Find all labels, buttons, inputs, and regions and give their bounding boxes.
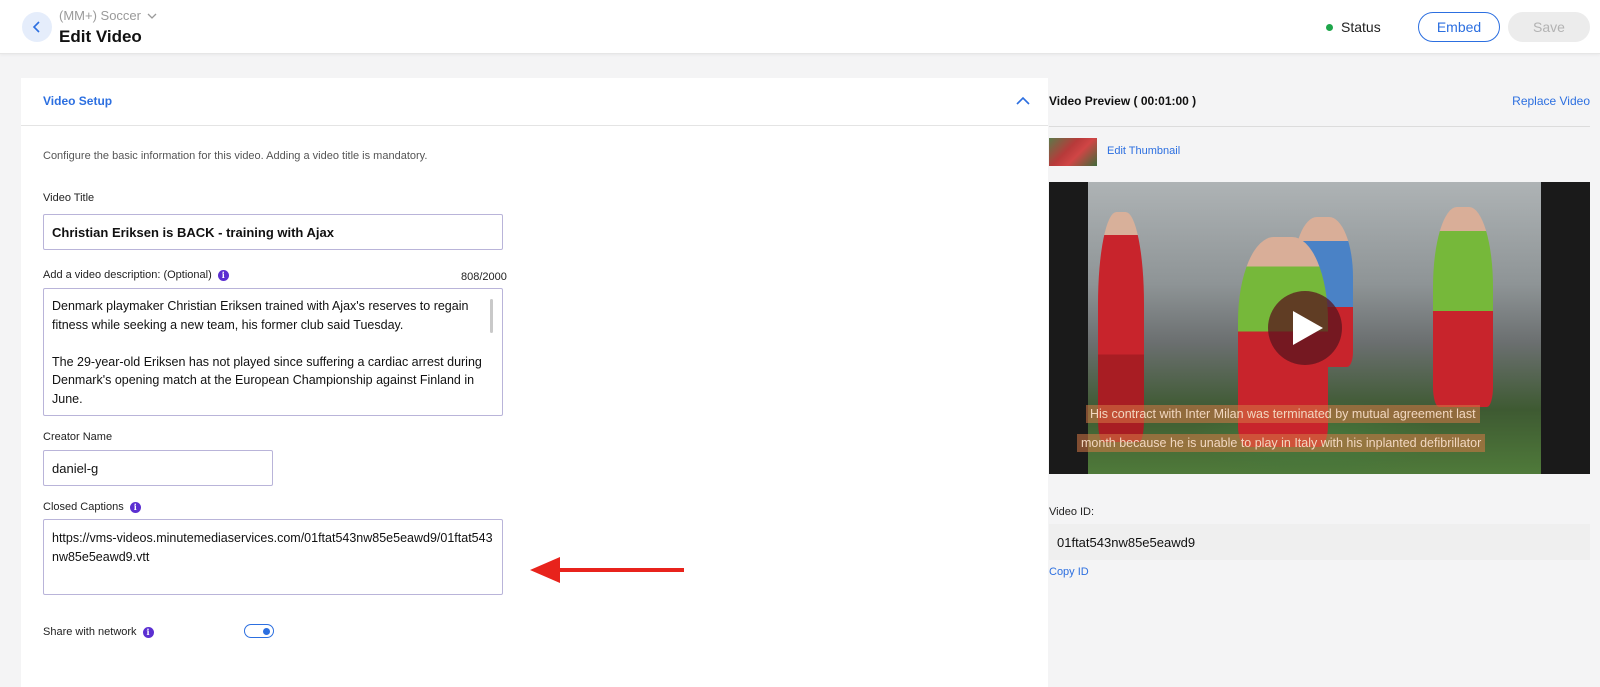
video-id-value: 01ftat543nw85e5eawd9 (1049, 524, 1590, 560)
creator-label-text: Creator Name (43, 431, 113, 443)
divider (1049, 126, 1590, 127)
video-setup-header[interactable]: Video Setup (21, 78, 1048, 126)
page-title: Edit Video (59, 27, 142, 46)
video-figure (1433, 207, 1493, 407)
description-label: Add a video description: (Optional) i (43, 269, 229, 281)
video-setup-card: Video Setup Configure the basic informat… (21, 78, 1048, 687)
status-dot-icon (1326, 23, 1333, 31)
video-player[interactable]: His contract with Inter Milan was termin… (1049, 182, 1590, 474)
red-arrow-annotation (530, 557, 684, 583)
breadcrumb[interactable]: (MM+) Soccer (59, 8, 157, 23)
video-id-label: Video ID: (1049, 506, 1095, 518)
breadcrumb-label: (MM+) Soccer (59, 8, 141, 23)
info-icon[interactable]: i (142, 626, 154, 638)
closed-captions-input[interactable]: https://vms-videos.minutemediaservices.c… (43, 519, 503, 595)
captions-label: Closed Captions i (43, 501, 141, 513)
description-label-text: Add a video description: (Optional) (43, 269, 212, 281)
section-title: Video Setup (43, 94, 113, 108)
video-title-label-text: Video Title (43, 192, 95, 204)
creator-label: Creator Name (43, 431, 112, 443)
toggle-knob (263, 627, 270, 635)
status-label: Status (1341, 19, 1381, 35)
chevron-down-icon (147, 13, 157, 19)
captions-label-text: Closed Captions (43, 501, 124, 513)
video-caption-line: month because he is unable to play in It… (1077, 434, 1486, 452)
chevron-left-icon (32, 21, 40, 33)
save-button[interactable]: Save (1508, 12, 1590, 42)
chevron-up-icon[interactable] (1016, 96, 1030, 106)
info-icon[interactable]: i (129, 501, 141, 513)
embed-button[interactable]: Embed (1418, 12, 1500, 42)
back-button[interactable] (22, 12, 52, 42)
video-title-input[interactable]: Christian Eriksen is BACK - training wit… (43, 214, 503, 250)
share-label-text: Share with network (43, 626, 137, 638)
textarea-scrollbar[interactable] (490, 299, 493, 333)
thumbnail-image[interactable] (1049, 138, 1097, 166)
description-textarea[interactable]: Denmark playmaker Christian Eriksen trai… (43, 288, 503, 416)
description-paragraph: The 29-year-old Eriksen has not played s… (52, 354, 482, 406)
copy-id-link[interactable]: Copy ID (1049, 566, 1089, 578)
play-icon (1293, 311, 1323, 345)
video-title-label: Video Title (43, 192, 94, 204)
description-char-count: 808/2000 (461, 271, 507, 283)
status-indicator[interactable]: Status (1326, 19, 1381, 35)
creator-name-input[interactable]: daniel-g (43, 450, 273, 486)
share-network-toggle[interactable] (244, 624, 274, 638)
video-preview-title: Video Preview ( 00:01:00 ) (1049, 94, 1197, 108)
info-icon[interactable]: i (217, 269, 229, 281)
intro-text: Configure the basic information for this… (43, 150, 428, 162)
video-caption-line: His contract with Inter Milan was termin… (1086, 405, 1480, 423)
replace-video-link[interactable]: Replace Video (1440, 94, 1590, 108)
top-header: (MM+) Soccer Edit Video Status Embed Sav… (0, 0, 1600, 54)
play-button[interactable] (1268, 291, 1342, 365)
edit-thumbnail-link[interactable]: Edit Thumbnail (1107, 145, 1180, 157)
description-paragraph: Denmark playmaker Christian Eriksen trai… (52, 299, 469, 332)
share-label: Share with network i (43, 626, 154, 638)
